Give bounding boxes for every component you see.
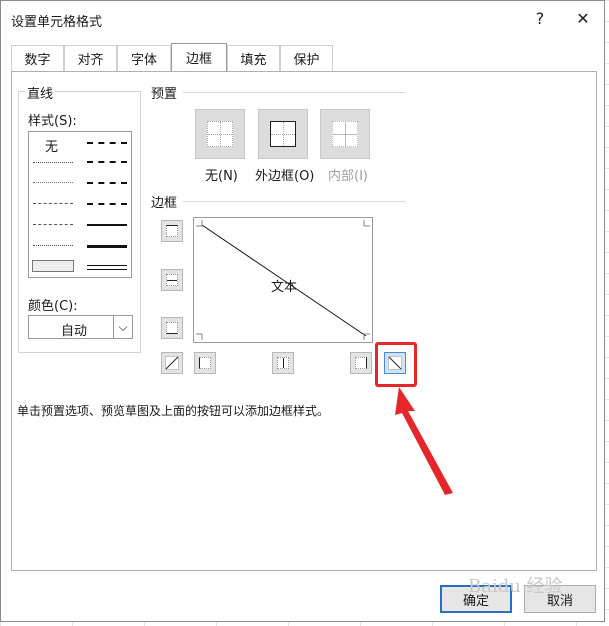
line-style-option[interactable]: [87, 224, 127, 226]
line-style-option[interactable]: [33, 182, 73, 183]
no-border-icon: [207, 121, 233, 147]
border-preview[interactable]: 文本: [193, 217, 373, 343]
border-left-icon: [199, 357, 211, 369]
border-right-button[interactable]: [350, 352, 372, 374]
border-middle-icon: [166, 274, 178, 286]
line-style-option[interactable]: [33, 224, 73, 225]
line-style-none[interactable]: 无: [45, 136, 58, 155]
preset-inside-label: 内部(I): [328, 169, 368, 184]
tab-font[interactable]: 字体: [117, 45, 171, 71]
tab-border[interactable]: 边框: [171, 43, 227, 71]
hint-text: 单击预置选项、预览草图及上面的按钮可以添加边框样式。: [17, 404, 330, 418]
preset-none-label: 无(N): [205, 169, 238, 184]
line-style-option[interactable]: [87, 161, 127, 163]
tab-protection[interactable]: 保护: [280, 45, 333, 71]
watermark-text: Baidu 经验: [468, 576, 563, 597]
tab-fill[interactable]: 填充: [227, 45, 280, 71]
color-dropdown-value: 自动: [61, 324, 88, 339]
border-bottom-button[interactable]: [161, 317, 183, 339]
border-top-icon: [166, 225, 178, 237]
preset-none-button[interactable]: [195, 109, 245, 159]
preset-outline-label: 外边框(O): [255, 169, 315, 184]
annotation-arrow-icon: [395, 387, 453, 495]
highlight-box: [375, 342, 417, 387]
line-style-option[interactable]: [87, 203, 127, 205]
line-style-option[interactable]: [33, 203, 73, 204]
close-button[interactable]: ✕: [566, 5, 600, 31]
border-bottom-icon: [166, 322, 178, 334]
dialog-title: 设置单元格格式: [11, 15, 103, 30]
inside-border-icon: [332, 121, 358, 147]
line-style-option[interactable]: [87, 142, 127, 144]
format-cells-dialog: 设置单元格格式 ? ✕ 数字 对齐 字体 边框 填充 保护 直线 样式(S): …: [0, 0, 605, 622]
border-left-button[interactable]: [194, 352, 216, 374]
line-style-option[interactable]: [32, 260, 74, 272]
line-style-option[interactable]: [87, 245, 127, 248]
line-group-label: 直线: [25, 83, 56, 102]
chevron-down-icon[interactable]: ⌵: [113, 316, 132, 338]
title-bar: 设置单元格格式 ? ✕: [1, 1, 604, 37]
border-center-icon: [277, 357, 289, 369]
border-middle-button[interactable]: [161, 269, 183, 291]
line-style-option[interactable]: [87, 182, 127, 184]
border-right-icon: [355, 357, 367, 369]
tab-number[interactable]: 数字: [11, 45, 64, 71]
line-style-list[interactable]: 无: [28, 131, 132, 278]
color-dropdown[interactable]: 自动 ⌵: [28, 315, 133, 339]
preset-outline-button[interactable]: [258, 109, 308, 159]
line-style-option[interactable]: [33, 245, 73, 246]
style-label: 样式(S):: [28, 114, 77, 129]
line-style-option[interactable]: [87, 265, 127, 270]
border-center-button[interactable]: [272, 352, 294, 374]
presets-group-label: 预置: [151, 87, 178, 102]
color-label: 颜色(C):: [28, 299, 78, 314]
border-group-label: 边框: [151, 196, 178, 211]
preview-text: 文本: [271, 280, 298, 295]
line-style-option[interactable]: [33, 162, 73, 163]
help-button[interactable]: ?: [523, 5, 557, 31]
border-divider: [183, 201, 405, 202]
border-diagonal-up-button[interactable]: [161, 352, 183, 374]
preset-inside-button: [320, 109, 370, 159]
tab-alignment[interactable]: 对齐: [64, 45, 117, 71]
presets-divider: [183, 92, 405, 93]
outline-border-icon: [270, 121, 296, 147]
border-top-button[interactable]: [161, 220, 183, 242]
diagonal-up-icon: [165, 356, 179, 370]
